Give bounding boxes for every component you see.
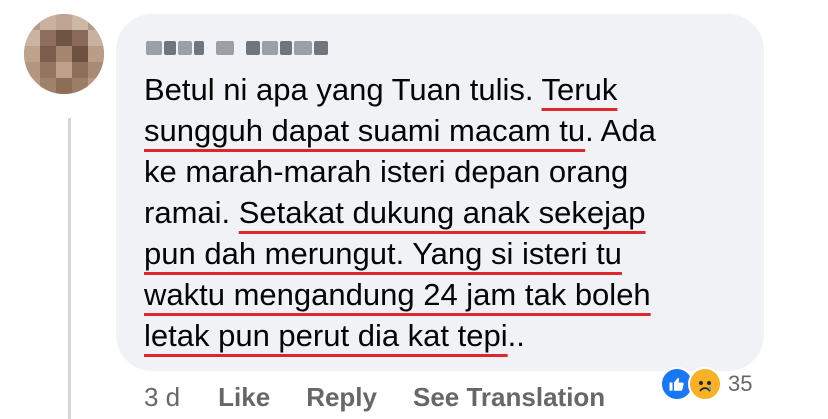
comment-line-text: .. <box>507 318 525 353</box>
comment-line-text: Betul ni apa yang Tuan tulis. <box>144 72 542 107</box>
comment-actions: 3 d Like Reply See Translation <box>144 378 641 416</box>
underlined-text: pun dah merungut. Yang si isteri tu <box>144 236 622 271</box>
reaction-count: 35 <box>728 371 753 396</box>
timestamp-link[interactable]: 3 d <box>144 382 180 413</box>
comment-line: pun dah merungut. Yang si isteri tu <box>144 233 754 274</box>
comment-line: ke marah-marah isteri depan orang <box>144 151 754 192</box>
comment-line-text: ke marah-marah isteri depan orang <box>144 154 629 189</box>
comment-line: sungguh dapat suami macam tu. Ada <box>144 110 754 151</box>
reactions-summary[interactable]: 35 <box>660 366 752 402</box>
underlined-text: Teruk <box>541 72 618 107</box>
comment-line: ramai. Setakat dukung anak sekejap <box>144 192 754 233</box>
author-name-redacted[interactable] <box>144 38 328 58</box>
comment-line: waktu mengandung 24 jam tak boleh <box>144 274 754 315</box>
thread-line <box>68 118 71 419</box>
comment-text: Betul ni apa yang Tuan tulis. Teruk sung… <box>144 69 754 356</box>
sad-icon <box>688 367 722 401</box>
reply-button[interactable]: Reply <box>306 382 377 413</box>
comment-line-text: . Ada <box>585 113 656 148</box>
comment-line-text: ramai. <box>144 195 239 230</box>
like-button[interactable]: Like <box>218 382 270 413</box>
see-translation-button[interactable]: See Translation <box>413 382 605 413</box>
comment-line: Betul ni apa yang Tuan tulis. Teruk <box>144 69 754 110</box>
underlined-text: Setakat dukung anak sekejap <box>238 195 646 230</box>
underlined-text: sungguh dapat suami macam tu <box>144 113 586 148</box>
comment-line: letak pun perut dia kat tepi.. <box>144 315 754 356</box>
underlined-text: waktu mengandung 24 jam tak boleh <box>144 277 651 312</box>
underlined-text: letak pun perut dia kat tepi <box>144 318 508 353</box>
avatar[interactable] <box>24 14 104 94</box>
